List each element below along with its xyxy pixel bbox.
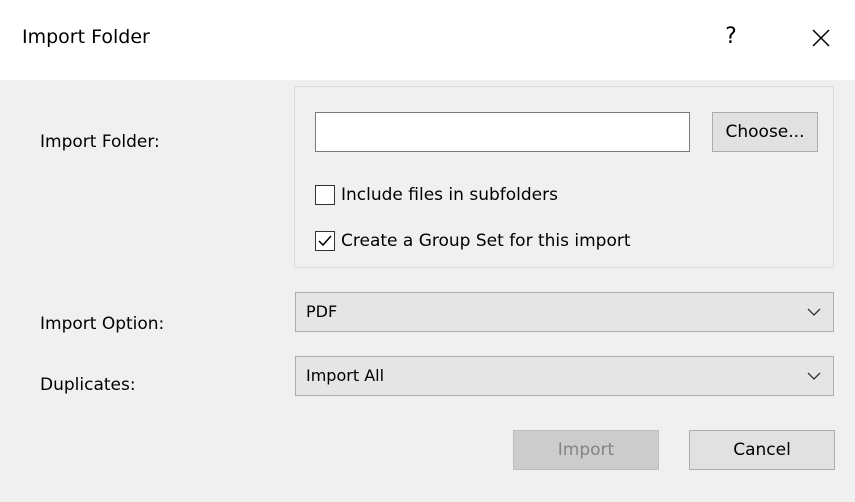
close-icon — [812, 29, 830, 47]
choose-button[interactable]: Choose... — [712, 112, 818, 152]
cancel-button[interactable]: Cancel — [689, 430, 835, 470]
duplicates-label: Duplicates: — [40, 375, 136, 395]
folder-path-input[interactable] — [315, 112, 690, 152]
close-button[interactable] — [800, 18, 840, 56]
import-option-dropdown[interactable]: PDF — [295, 292, 834, 332]
checkbox-checked[interactable] — [315, 231, 335, 251]
help-button[interactable]: ? — [716, 20, 746, 54]
dialog-body: Import Folder: Choose... Include files i… — [0, 80, 855, 502]
chevron-down-icon — [807, 372, 821, 380]
create-group-set-label: Create a Group Set for this import — [341, 231, 631, 251]
import-folder-label: Import Folder: — [40, 132, 160, 152]
title-bar: Import Folder ? — [0, 0, 855, 80]
checkmark-icon — [318, 235, 332, 247]
duplicates-value: Import All — [306, 366, 385, 385]
import-option-value: PDF — [306, 302, 338, 321]
include-subfolders-checkbox[interactable]: Include files in subfolders — [315, 183, 558, 207]
chevron-down-icon — [807, 308, 821, 316]
create-group-set-checkbox[interactable]: Create a Group Set for this import — [315, 229, 631, 253]
checkbox-unchecked[interactable] — [315, 185, 335, 205]
import-option-label: Import Option: — [40, 314, 165, 334]
import-button[interactable]: Import — [513, 430, 659, 470]
duplicates-dropdown[interactable]: Import All — [295, 356, 834, 396]
include-subfolders-label: Include files in subfolders — [341, 185, 558, 205]
folder-group-box: Choose... Include files in subfolders Cr… — [294, 86, 834, 268]
window-title: Import Folder — [22, 26, 150, 48]
